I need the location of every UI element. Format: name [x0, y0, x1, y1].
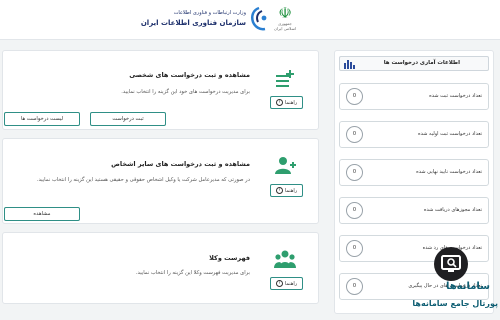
button-label: ثبت درخواست	[112, 116, 144, 122]
card-description: در صورتی که مدیرعامل شرکت یا وکیل اشخاص …	[36, 177, 250, 183]
stat-row: تعداد مجوزهای دریافت شده 0	[339, 197, 489, 224]
question-icon: ?	[275, 280, 283, 287]
help-button[interactable]: راهنما ?	[270, 277, 303, 290]
button-label: لیست درخواست ها	[20, 116, 64, 122]
help-label: راهنما	[284, 187, 298, 194]
stat-label: تعداد درخواست ثبت اولیه شده	[418, 131, 482, 137]
emblem-caption: جمهوری اسلامی ایران	[273, 21, 297, 31]
emblem-symbol: ☫	[278, 4, 292, 22]
request-list-button[interactable]: لیست درخواست ها	[4, 112, 80, 126]
ministry-logo: وزارت ارتباطات و فناوری اطلاعات سازمان ف…	[141, 6, 270, 34]
stat-row: تعداد درخواست ثبت اولیه شده 0	[339, 121, 489, 148]
submit-request-button[interactable]: ثبت درخواست	[90, 112, 166, 126]
organization-name: سازمان فناوری اطلاعات ایران	[140, 19, 246, 27]
help-label: راهنما	[284, 99, 298, 106]
stat-count: 0	[346, 126, 363, 143]
view-button[interactable]: مشاهده	[4, 207, 80, 221]
watermark-logo: سامانه‌ها پورتال جامع سامانه‌ها	[404, 247, 500, 320]
help-button[interactable]: راهنما ?	[270, 96, 303, 109]
card-description: برای مدیریت فهرست وکلا این گزینه را انتخ…	[135, 270, 250, 276]
user-add-icon	[275, 157, 296, 174]
help-button[interactable]: راهنما ?	[270, 184, 303, 197]
stat-count: 0	[346, 202, 363, 219]
watermark-title: سامانه‌ها	[445, 281, 490, 292]
help-label: راهنما	[284, 280, 298, 287]
stat-count: 0	[346, 164, 363, 181]
stat-label: تعداد درخواست تایید نهایی شده	[416, 169, 482, 175]
personal-requests-card: مشاهده و ثبت درخواست های شخصی برای مدیری…	[2, 50, 319, 130]
others-requests-card: مشاهده و ثبت درخواست های سایر اشخاص در ص…	[2, 138, 319, 224]
users-group-icon	[274, 250, 296, 268]
stat-count: 0	[346, 278, 363, 295]
stat-label: تعداد درخواست ثبت شده	[429, 93, 482, 99]
stat-row: تعداد درخواست تایید نهایی شده 0	[339, 159, 489, 186]
stat-label: تعداد مجوزهای دریافت شده	[423, 207, 482, 213]
bar-chart-icon	[344, 60, 355, 69]
lawyers-list-card: فهرست وکلا برای مدیریت فهرست وکلا این گز…	[2, 232, 319, 304]
watermark-circle	[434, 247, 468, 281]
government-emblem-logo: ☫ جمهوری اسلامی ایران	[272, 5, 298, 33]
stat-row: تعداد درخواست ثبت شده 0	[339, 83, 489, 110]
ministry-name: وزارت ارتباطات و فناوری اطلاعات	[173, 10, 246, 16]
monitor-search-icon	[441, 255, 461, 272]
add-list-icon	[276, 70, 294, 87]
watermark-subtitle: پورتال جامع سامانه‌ها	[412, 299, 498, 308]
stat-count: 0	[346, 240, 363, 257]
question-icon: ?	[275, 99, 283, 106]
card-title: فهرست وکلا	[209, 254, 250, 262]
statistics-title: اطلاعات آماری درخواست ها	[383, 60, 460, 66]
button-label: مشاهده	[33, 211, 51, 217]
statistics-header: اطلاعات آماری درخواست ها	[339, 56, 489, 71]
ito-logo-icon	[251, 6, 267, 31]
card-description: برای مدیریت درخواست های خود این گزینه را…	[121, 89, 250, 95]
card-title: مشاهده و ثبت درخواست های شخصی	[129, 71, 250, 79]
stat-count: 0	[346, 88, 363, 105]
page-header: ☫ جمهوری اسلامی ایران وزارت ارتباطات و ف…	[0, 0, 500, 40]
question-icon: ?	[275, 187, 283, 194]
card-title: مشاهده و ثبت درخواست های سایر اشخاص	[111, 160, 250, 168]
